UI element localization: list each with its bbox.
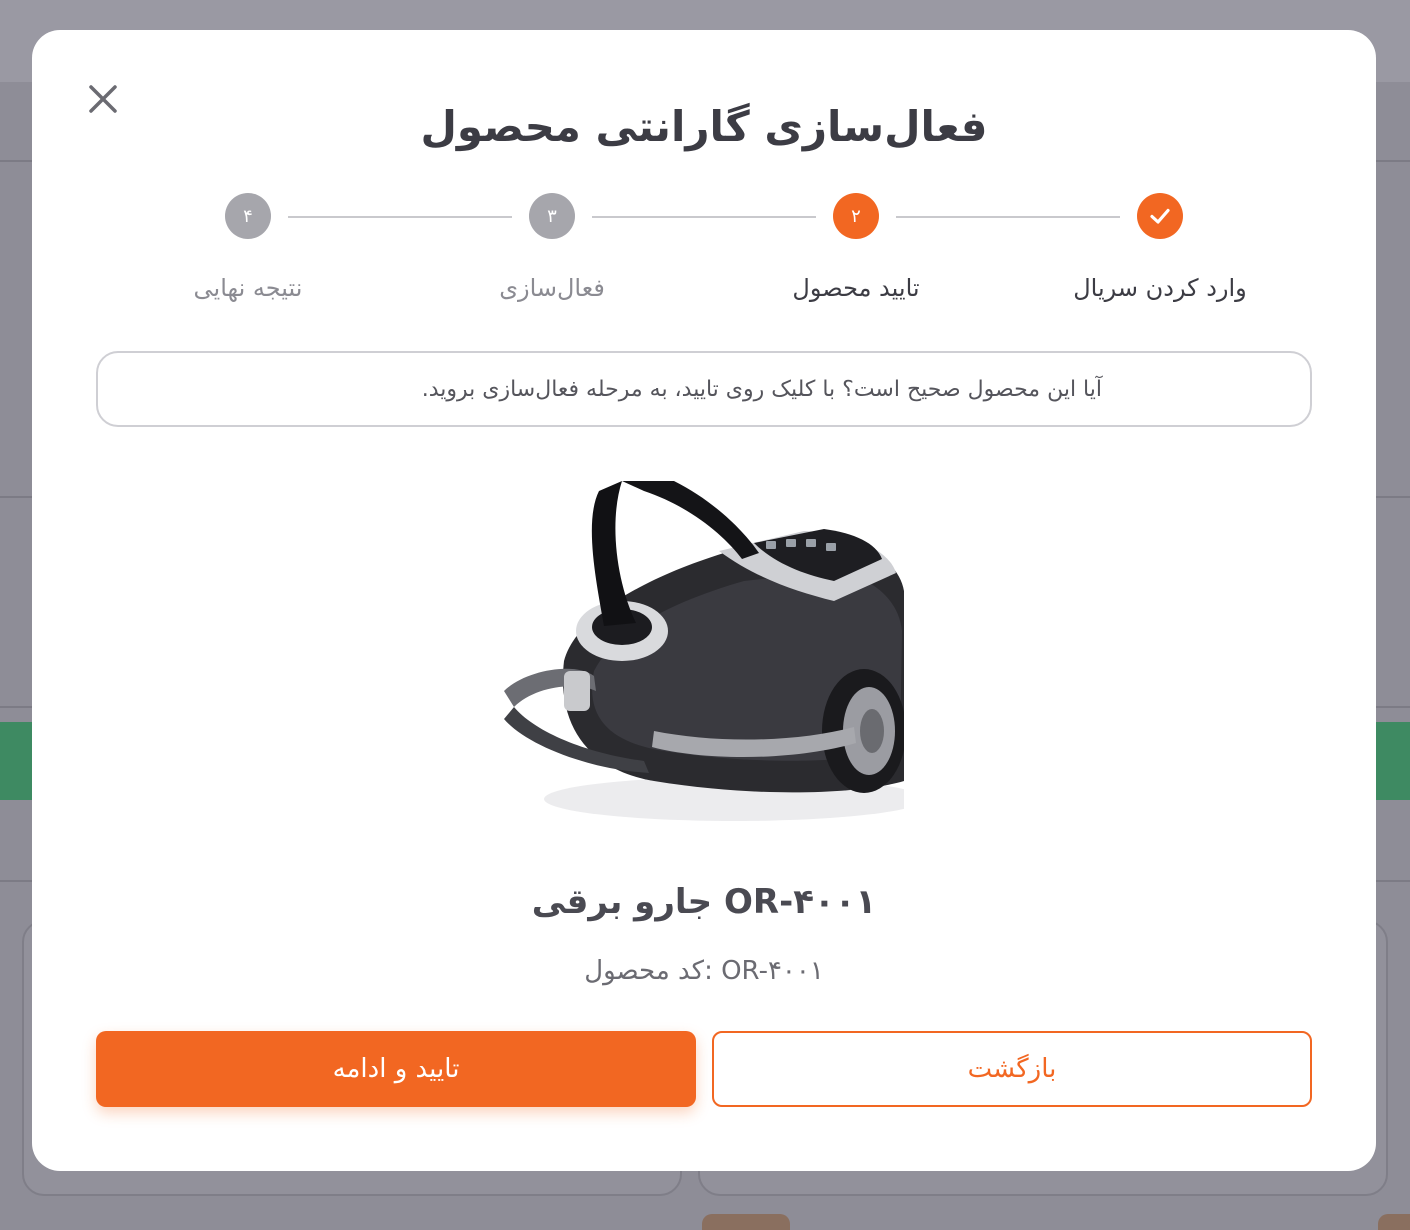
step-connector — [288, 216, 512, 218]
step-4-indicator: ۴ — [225, 193, 271, 239]
warranty-activation-modal: فعال‌سازی گارانتی محصول ۲ ۳ ۴ وارد کردن … — [32, 30, 1376, 1171]
step-1-label: وارد کردن سریال — [1073, 274, 1247, 302]
product-image — [504, 481, 904, 837]
background-badge — [702, 1214, 790, 1230]
background-banner — [1370, 722, 1410, 800]
step-2-label: تایید محصول — [792, 274, 920, 302]
step-4-label: نتیجه نهایی — [193, 274, 303, 302]
step-connector — [592, 216, 816, 218]
step-2-indicator: ۲ — [833, 193, 879, 239]
product-name: جارو برقی OR-۴۰۰۱ — [531, 882, 877, 922]
confirmation-hint: آیا این محصول صحیح است؟ با کلیک روی تایی… — [96, 351, 1312, 427]
confirmation-hint-text: آیا این محصول صحیح است؟ با کلیک روی تایی… — [421, 376, 1102, 402]
step-1-indicator — [1137, 193, 1183, 239]
product-code: کد محصول: OR-۴۰۰۱ — [584, 956, 824, 986]
step-3-label: فعال‌سازی — [499, 274, 605, 302]
modal-title: فعال‌سازی گارانتی محصول — [420, 102, 988, 151]
back-button[interactable]: بازگشت — [712, 1031, 1312, 1107]
background-badge — [1378, 1214, 1410, 1230]
confirm-continue-button[interactable]: تایید و ادامه — [96, 1031, 696, 1107]
step-connector — [896, 216, 1120, 218]
step-3-indicator: ۳ — [529, 193, 575, 239]
checkmark-icon — [1150, 208, 1170, 224]
